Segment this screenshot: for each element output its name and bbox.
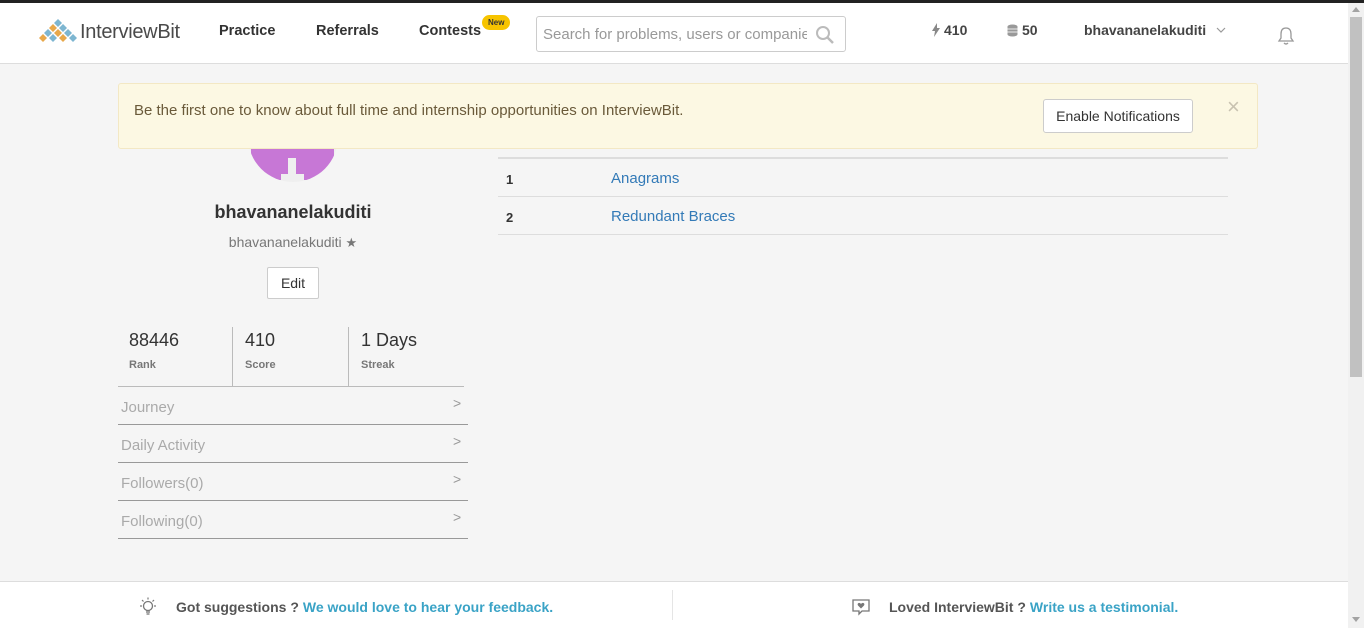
- stat-label: Rank: [129, 359, 156, 371]
- star-icon: ★: [345, 235, 358, 250]
- profile-display-name: bhavananelakuditi: [214, 202, 372, 222]
- chevron-right-icon: >: [453, 471, 462, 487]
- footer-testimonial: Loved InterviewBit ? Write us a testimon…: [851, 597, 1178, 617]
- suggestions-text: Got suggestions ?: [176, 599, 299, 615]
- profile-handle: bhavananelakuditi ★: [118, 234, 468, 251]
- scroll-thumb[interactable]: [1350, 17, 1362, 377]
- scrollbar[interactable]: [1348, 3, 1364, 628]
- logo[interactable]: InterviewBit: [38, 19, 180, 45]
- enable-notifications-button[interactable]: Enable Notifications: [1043, 99, 1193, 133]
- problem-link[interactable]: Anagrams: [611, 170, 679, 187]
- table-row: 2 Redundant Braces: [498, 197, 1228, 235]
- footer: Got suggestions ? We would love to hear …: [0, 581, 1348, 628]
- row-number: 1: [506, 172, 514, 187]
- profile-handle-text: bhavananelakuditi: [228, 234, 342, 250]
- new-badge: New: [482, 15, 511, 30]
- chevron-down-icon: [1216, 27, 1226, 33]
- menu-label: Daily Activity: [121, 437, 206, 454]
- coins-icon: [1007, 24, 1018, 36]
- user-menu-name: bhavananelakuditi: [1084, 22, 1207, 38]
- footer-suggestions: Got suggestions ? We would love to hear …: [138, 597, 553, 617]
- logo-icon: [39, 19, 77, 42]
- menu-label: Journey: [121, 399, 175, 416]
- table-row: 1 Anagrams: [498, 159, 1228, 197]
- brand-name: InterviewBit: [80, 20, 180, 43]
- bolt-icon: [932, 23, 940, 37]
- profile-stats: 88446 Rank 410 Score 1 Days Streak: [118, 327, 464, 387]
- notification-alert: Be the first one to know about full time…: [118, 83, 1258, 149]
- stat-label: Streak: [361, 359, 395, 371]
- user-menu[interactable]: bhavananelakuditi: [1084, 22, 1226, 38]
- stat-value: 410: [245, 330, 276, 350]
- testimonial-link[interactable]: Write us a testimonial.: [1030, 599, 1178, 615]
- search-box: [536, 16, 846, 52]
- solved-problems-table: 1 Anagrams 2 Redundant Braces: [498, 157, 1228, 235]
- nav-practice[interactable]: Practice: [219, 23, 275, 39]
- chevron-right-icon: >: [453, 509, 462, 525]
- stat-label: Score: [245, 359, 276, 371]
- score-indicator: 410: [932, 22, 967, 38]
- stat-value: 88446: [129, 330, 180, 350]
- alert-message: Be the first one to know about full time…: [134, 102, 684, 119]
- stat-value: 1 Days: [361, 330, 418, 350]
- menu-label: Following(0): [121, 513, 203, 530]
- menu-following[interactable]: Following(0) >: [118, 501, 468, 539]
- scroll-down-arrow[interactable]: [1352, 617, 1360, 622]
- feedback-link[interactable]: We would love to hear your feedback.: [303, 599, 553, 615]
- menu-followers[interactable]: Followers(0) >: [118, 463, 468, 501]
- nav-contests[interactable]: Contests: [419, 23, 481, 39]
- bell-icon[interactable]: [1277, 26, 1295, 46]
- testimonial-text: Loved InterviewBit ?: [889, 599, 1026, 615]
- problem-link[interactable]: Redundant Braces: [611, 208, 735, 225]
- menu-label: Followers(0): [121, 475, 204, 492]
- navbar: InterviewBit Practice Referrals Contests…: [0, 3, 1348, 64]
- nav-referrals[interactable]: Referrals: [316, 23, 379, 39]
- stat-streak: 1 Days Streak: [348, 327, 464, 386]
- score-value: 410: [944, 22, 968, 38]
- lightbulb-icon: [140, 597, 156, 615]
- coins-value: 50: [1022, 22, 1038, 38]
- stat-rank: 88446 Rank: [118, 327, 232, 386]
- footer-divider: [672, 590, 673, 620]
- stat-score: 410 Score: [232, 327, 348, 386]
- search-input[interactable]: [537, 17, 807, 51]
- row-number: 2: [506, 210, 514, 225]
- scroll-up-arrow[interactable]: [1352, 7, 1360, 12]
- menu-daily-activity[interactable]: Daily Activity >: [118, 425, 468, 463]
- edit-profile-button[interactable]: Edit: [267, 267, 319, 299]
- menu-journey[interactable]: Journey >: [118, 387, 468, 425]
- search-icon[interactable]: [815, 25, 835, 45]
- heart-chat-icon: [852, 599, 870, 616]
- coins-indicator: 50: [1007, 22, 1038, 38]
- chevron-right-icon: >: [453, 395, 462, 411]
- close-icon[interactable]: ×: [1227, 94, 1240, 120]
- chevron-right-icon: >: [453, 433, 462, 449]
